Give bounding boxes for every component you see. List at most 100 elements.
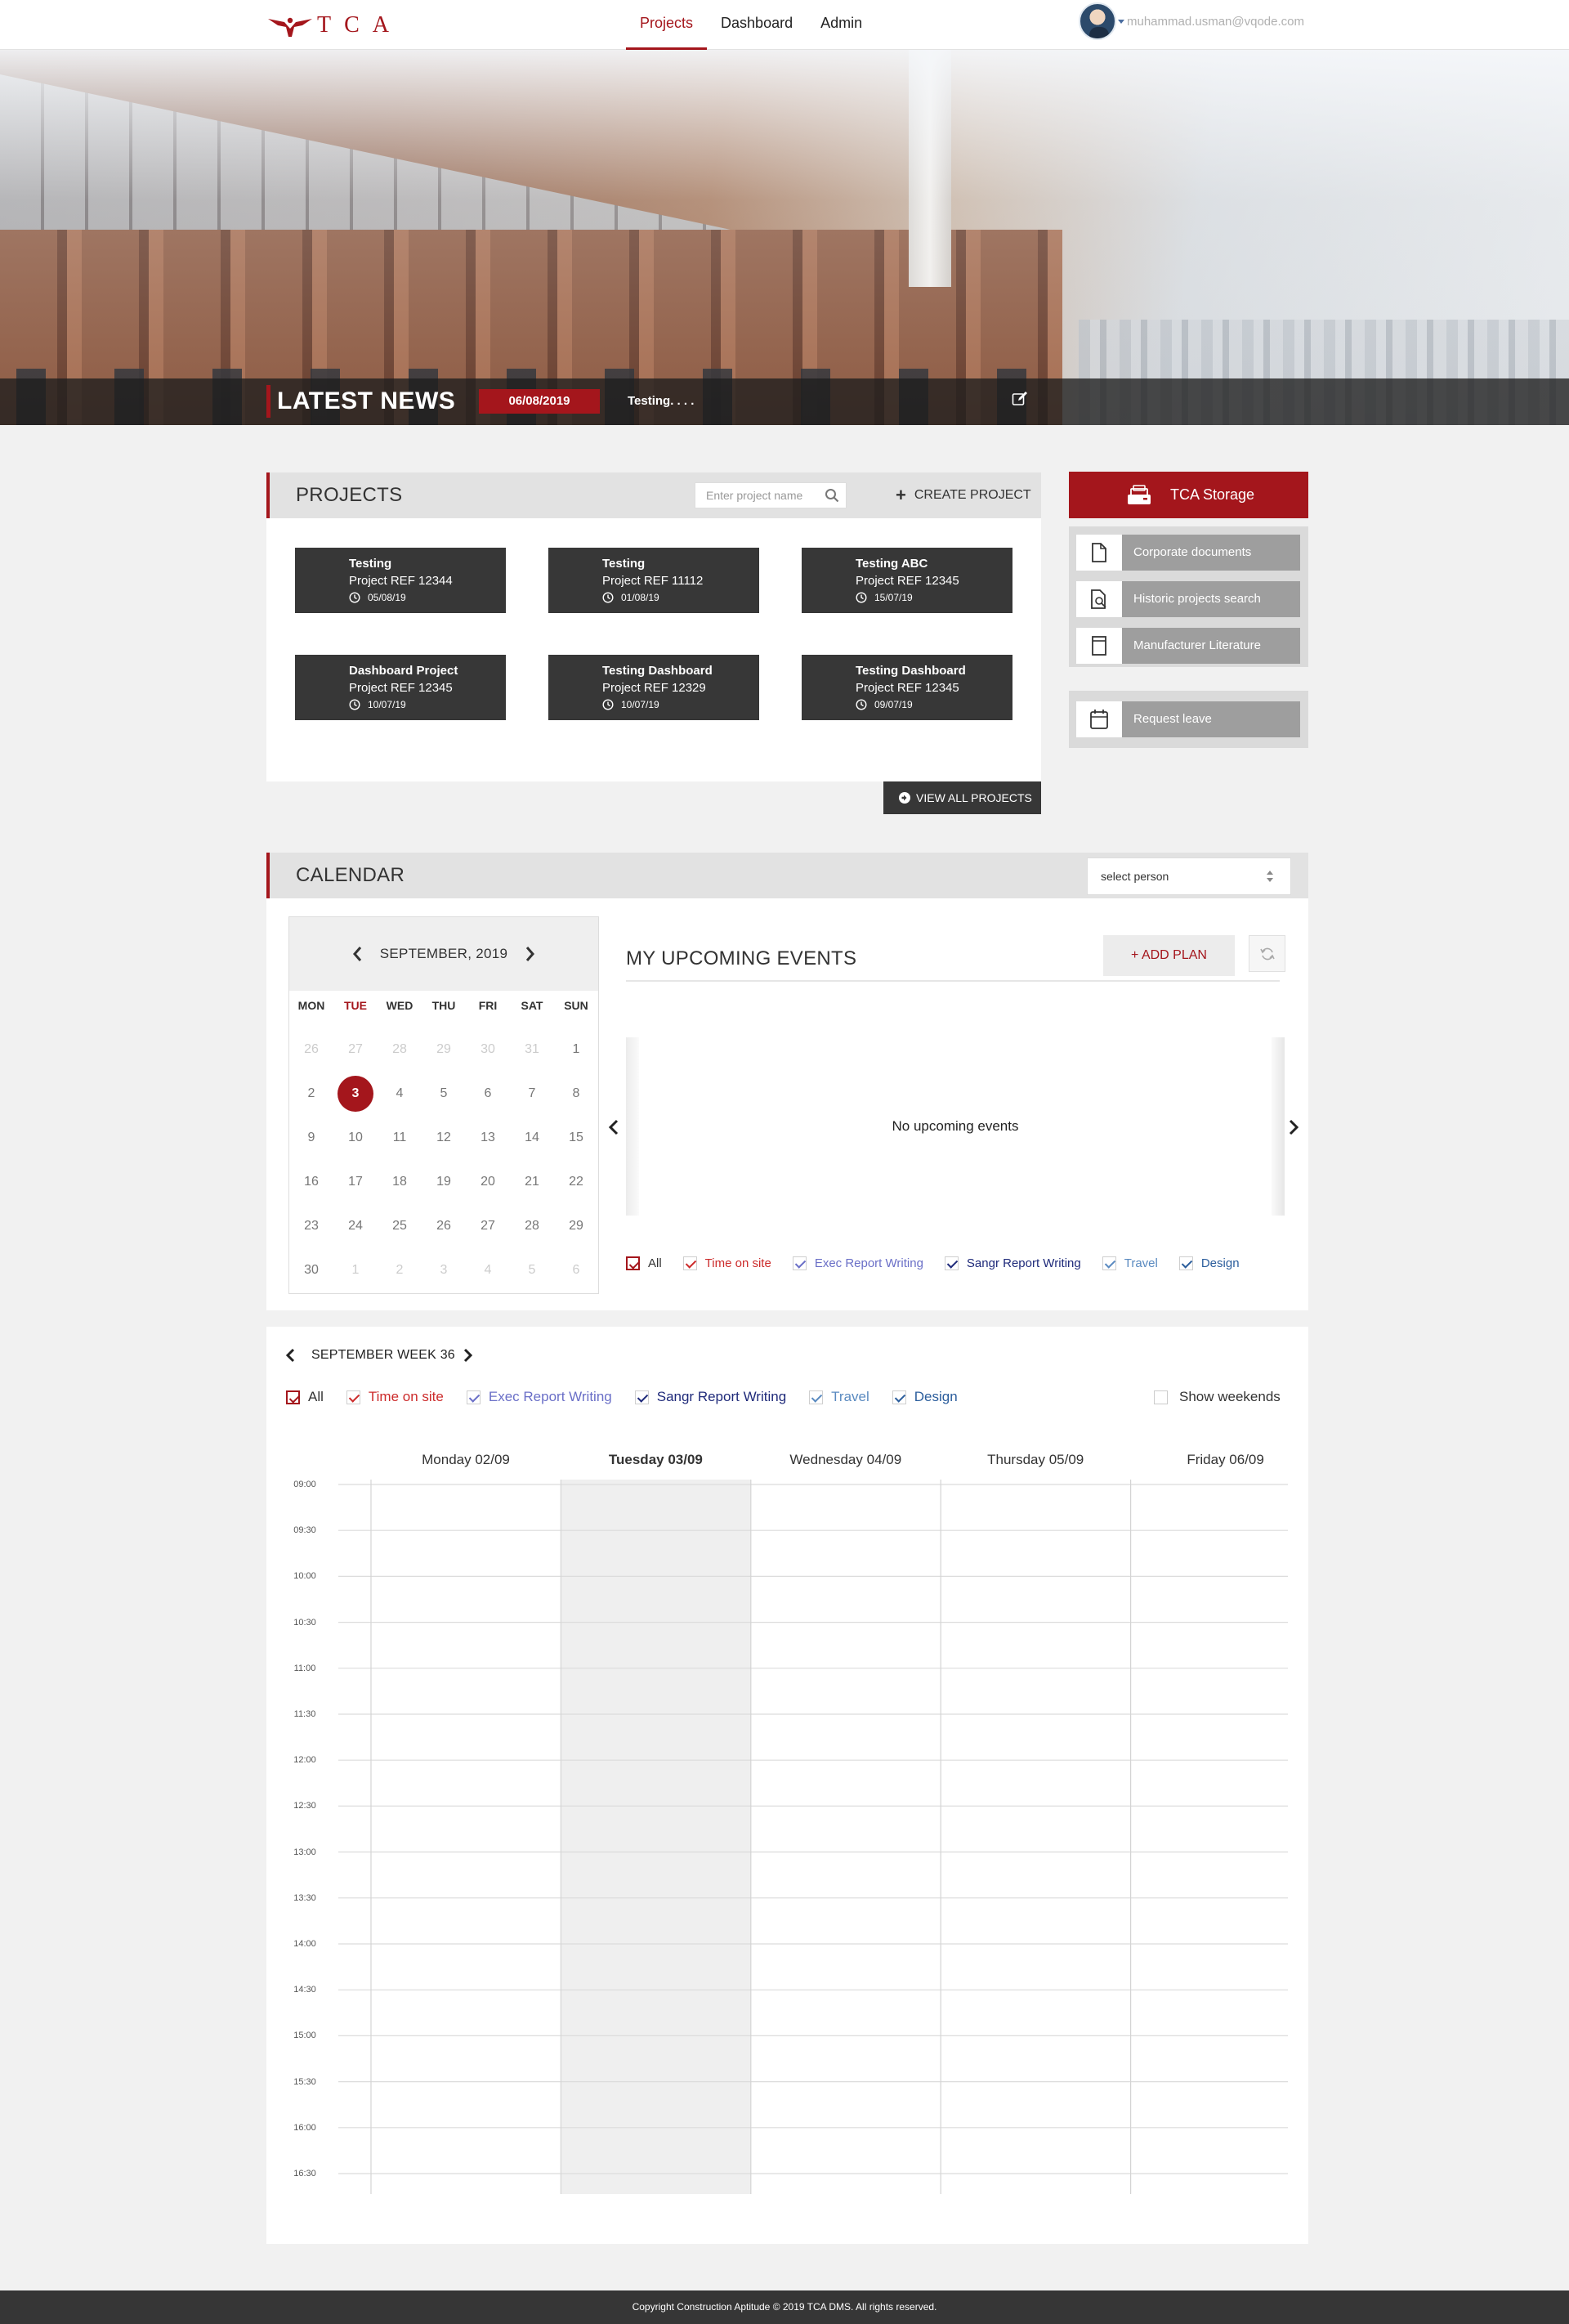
tca-storage-button[interactable]: TCA Storage bbox=[1069, 472, 1308, 518]
calendar-day[interactable]: 30 bbox=[293, 1252, 329, 1288]
request-leave-link[interactable]: Request leave bbox=[1076, 701, 1300, 737]
calendar-day[interactable]: 25 bbox=[382, 1208, 418, 1244]
chevron-right-icon[interactable] bbox=[521, 945, 538, 963]
calendar-day[interactable]: 8 bbox=[558, 1076, 594, 1112]
calendar-day[interactable]: 13 bbox=[470, 1120, 506, 1156]
calendar-day[interactable]: 15 bbox=[558, 1120, 594, 1156]
calendar-day[interactable]: 10 bbox=[337, 1120, 373, 1156]
calendar-day[interactable]: 14 bbox=[514, 1120, 550, 1156]
calendar-day[interactable]: 2 bbox=[382, 1252, 418, 1288]
filter-checkbox[interactable] bbox=[286, 1390, 300, 1404]
nav-item-admin[interactable]: Admin bbox=[807, 0, 876, 50]
calendar-day[interactable]: 1 bbox=[337, 1252, 373, 1288]
chevron-right-icon[interactable] bbox=[463, 1346, 474, 1364]
calendar-day[interactable]: 26 bbox=[293, 1032, 329, 1068]
project-card[interactable]: Testing Project REF 11112 01/08/19 bbox=[548, 548, 759, 613]
calendar-day[interactable]: 21 bbox=[514, 1164, 550, 1200]
calendar-day-today[interactable]: 3 bbox=[337, 1076, 373, 1112]
chevron-down-icon[interactable] bbox=[1118, 19, 1124, 24]
filter-checkbox[interactable] bbox=[809, 1390, 824, 1404]
calendar-day[interactable]: 18 bbox=[382, 1164, 418, 1200]
select-person-dropdown[interactable]: select person bbox=[1087, 858, 1291, 895]
calendar-day[interactable]: 27 bbox=[337, 1032, 373, 1068]
filter-design[interactable]: Design bbox=[1178, 1256, 1240, 1270]
filter-checkbox[interactable] bbox=[634, 1390, 649, 1404]
storage-link-historic-projects-search[interactable]: Historic projects search bbox=[1076, 581, 1300, 617]
storage-link-manufacturer-literature[interactable]: Manufacturer Literature bbox=[1076, 628, 1300, 664]
storage-link-corporate-documents[interactable]: Corporate documents bbox=[1076, 535, 1300, 571]
calendar-day[interactable]: 29 bbox=[558, 1208, 594, 1244]
nav-item-projects[interactable]: Projects bbox=[626, 0, 708, 50]
filter-time-on-site[interactable]: Time on site bbox=[682, 1256, 771, 1270]
calendar-day[interactable]: 31 bbox=[514, 1032, 550, 1068]
filter-travel[interactable]: Travel bbox=[809, 1389, 869, 1405]
calendar-day[interactable]: 1 bbox=[558, 1032, 594, 1068]
calendar-day[interactable]: 9 bbox=[293, 1120, 329, 1156]
chevron-left-icon[interactable] bbox=[350, 945, 366, 963]
calendar-day[interactable]: 16 bbox=[293, 1164, 329, 1200]
tca-logo[interactable]: TCA bbox=[266, 8, 405, 43]
filter-sangr-report-writing[interactable]: Sangr Report Writing bbox=[634, 1389, 786, 1405]
calendar-day[interactable]: 30 bbox=[470, 1032, 506, 1068]
show-weekends-checkbox[interactable] bbox=[1154, 1390, 1168, 1404]
filter-checkbox[interactable] bbox=[892, 1390, 906, 1404]
project-card[interactable]: Testing Dashboard Project REF 12329 10/07/… bbox=[548, 655, 759, 720]
calendar-day[interactable]: 20 bbox=[470, 1164, 506, 1200]
calendar-day[interactable]: 6 bbox=[558, 1252, 594, 1288]
calendar-day[interactable]: 19 bbox=[426, 1164, 462, 1200]
calendar-day[interactable]: 22 bbox=[558, 1164, 594, 1200]
create-project-button[interactable]: + CREATE PROJECT bbox=[896, 472, 1031, 518]
avatar[interactable] bbox=[1079, 2, 1116, 40]
filter-checkbox[interactable] bbox=[682, 1256, 697, 1270]
calendar-day[interactable]: 3 bbox=[426, 1252, 462, 1288]
calendar-day[interactable]: 11 bbox=[382, 1120, 418, 1156]
filter-travel[interactable]: Travel bbox=[1102, 1256, 1158, 1270]
filter-sangr-report-writing[interactable]: Sangr Report Writing bbox=[944, 1256, 1081, 1270]
filter-checkbox[interactable] bbox=[626, 1256, 640, 1270]
user-menu[interactable]: muhammad.usman@vqode.com bbox=[1079, 2, 1304, 40]
filter-exec-report-writing[interactable]: Exec Report Writing bbox=[466, 1389, 612, 1405]
chevron-left-icon[interactable] bbox=[608, 1118, 619, 1136]
nav-item-dashboard[interactable]: Dashboard bbox=[707, 0, 807, 50]
filter-checkbox[interactable] bbox=[346, 1390, 360, 1404]
calendar-day[interactable]: 26 bbox=[426, 1208, 462, 1244]
calendar-day[interactable]: 2 bbox=[293, 1076, 329, 1112]
calendar-day[interactable]: 4 bbox=[470, 1252, 506, 1288]
filter-exec-report-writing[interactable]: Exec Report Writing bbox=[792, 1256, 923, 1270]
calendar-day[interactable]: 4 bbox=[382, 1076, 418, 1112]
add-plan-button[interactable]: + ADD PLAN bbox=[1103, 935, 1235, 976]
filter-all[interactable]: All bbox=[286, 1389, 324, 1405]
calendar-day[interactable]: 27 bbox=[470, 1208, 506, 1244]
edit-icon[interactable] bbox=[1012, 391, 1028, 407]
calendar-day[interactable]: 23 bbox=[293, 1208, 329, 1244]
calendar-day[interactable]: 28 bbox=[514, 1208, 550, 1244]
search-icon[interactable] bbox=[825, 488, 839, 503]
project-search[interactable] bbox=[695, 482, 847, 508]
filter-all[interactable]: All bbox=[626, 1256, 662, 1270]
chevron-right-icon[interactable] bbox=[1288, 1118, 1299, 1136]
view-all-projects-button[interactable]: VIEW ALL PROJECTS bbox=[883, 781, 1041, 814]
show-weekends-toggle[interactable]: Show weekends bbox=[1154, 1389, 1281, 1405]
refresh-button[interactable] bbox=[1249, 935, 1285, 972]
filter-design[interactable]: Design bbox=[892, 1389, 958, 1405]
calendar-day[interactable]: 17 bbox=[337, 1164, 373, 1200]
chevron-left-icon[interactable] bbox=[284, 1346, 296, 1364]
calendar-day[interactable]: 28 bbox=[382, 1032, 418, 1068]
calendar-day[interactable]: 12 bbox=[426, 1120, 462, 1156]
calendar-day[interactable]: 5 bbox=[514, 1252, 550, 1288]
calendar-day[interactable]: 5 bbox=[426, 1076, 462, 1112]
filter-time-on-site[interactable]: Time on site bbox=[346, 1389, 444, 1405]
week-time-grid[interactable] bbox=[338, 1480, 1288, 2194]
project-card[interactable]: Dashboard Project Project REF 12345 10/07/… bbox=[295, 655, 506, 720]
project-card[interactable]: Testing Dashboard Project REF 12345 09/07/… bbox=[802, 655, 1012, 720]
project-card[interactable]: Testing ABC Project REF 12345 15/07/19 bbox=[802, 548, 1012, 613]
filter-checkbox[interactable] bbox=[944, 1256, 959, 1270]
filter-checkbox[interactable] bbox=[1178, 1256, 1193, 1270]
calendar-day[interactable]: 29 bbox=[426, 1032, 462, 1068]
calendar-day[interactable]: 6 bbox=[470, 1076, 506, 1112]
filter-checkbox[interactable] bbox=[466, 1390, 481, 1404]
project-card[interactable]: Testing Project REF 12344 05/08/19 bbox=[295, 548, 506, 613]
filter-checkbox[interactable] bbox=[792, 1256, 807, 1270]
calendar-day[interactable]: 24 bbox=[337, 1208, 373, 1244]
filter-checkbox[interactable] bbox=[1102, 1256, 1116, 1270]
